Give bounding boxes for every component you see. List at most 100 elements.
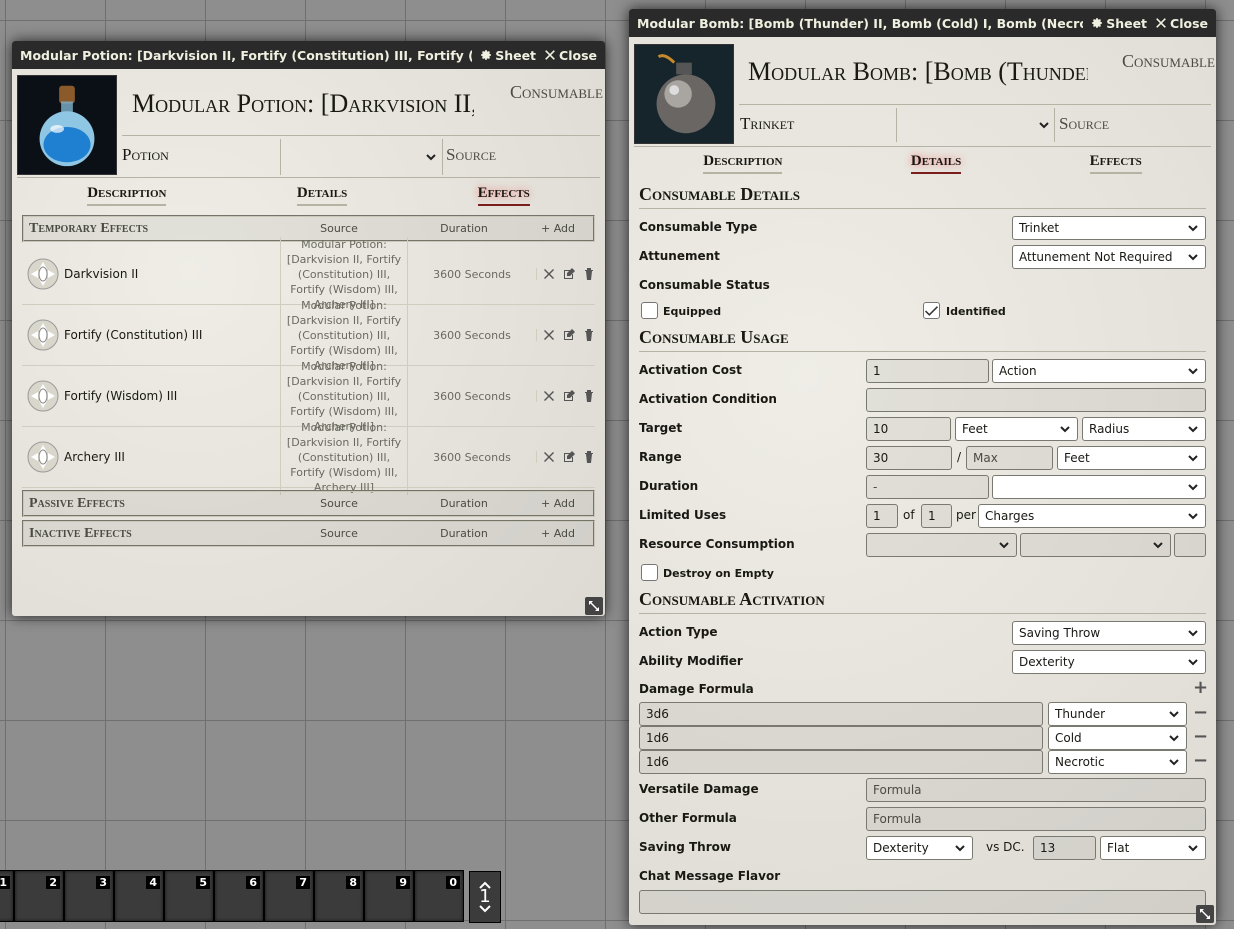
remove-damage-icon[interactable]: − <box>1193 704 1208 722</box>
divider <box>17 177 600 178</box>
resource-type-select[interactable] <box>866 533 1017 557</box>
damage-type-select[interactable]: Necrotic <box>1048 750 1187 774</box>
edit-effect-icon[interactable] <box>563 451 575 463</box>
resource-amount-input[interactable] <box>1174 533 1206 557</box>
hotbar-slot[interactable]: 3 <box>64 870 114 922</box>
hotbar-slot[interactable]: 9 <box>364 870 414 922</box>
hotbar-slot[interactable]: 2 <box>14 870 64 922</box>
divider <box>280 139 281 175</box>
bomb-sheet-button[interactable]: Sheet <box>1091 16 1147 31</box>
edit-effect-icon[interactable] <box>563 268 575 280</box>
identified-checkbox[interactable] <box>923 302 940 319</box>
bomb-name[interactable]: Modular Bomb: [Bomb (Thunder) II, Bomb (… <box>748 57 1088 87</box>
activation-cost-input[interactable]: 1 <box>866 359 989 383</box>
damage-formula-label: Damage Formula <box>639 682 754 696</box>
chevron-down-icon[interactable] <box>425 151 437 163</box>
ability-modifier-select[interactable]: Dexterity <box>1012 650 1206 674</box>
resource-target-select[interactable] <box>1020 533 1171 557</box>
tab-effects[interactable]: Effects <box>1089 153 1142 174</box>
target-value-input[interactable]: 10 <box>866 417 951 441</box>
potion-image[interactable] <box>17 75 117 175</box>
chevron-down-icon <box>1188 254 1198 261</box>
target-units-select[interactable]: Feet <box>955 417 1078 441</box>
add-damage-icon[interactable]: + <box>1193 679 1208 697</box>
hotbar-slot[interactable]: 5 <box>164 870 214 922</box>
damage-formula-input[interactable]: 1d6 <box>639 726 1043 750</box>
add-effect-button[interactable]: + Add <box>524 222 592 235</box>
hotbar-slot[interactable]: 6 <box>214 870 264 922</box>
tab-description[interactable]: Description <box>703 153 783 174</box>
chat-flavor-input[interactable] <box>639 890 1206 914</box>
hotbar-slot[interactable]: 1 <box>0 870 14 922</box>
target-type-select[interactable]: Radius <box>1082 417 1206 441</box>
damage-formula-input[interactable]: 3d6 <box>639 702 1043 726</box>
hotbar-page-number: 1 <box>479 886 491 907</box>
inactive-effects-header: Inactive Effects Source Duration + Add <box>22 520 595 547</box>
equipped-checkbox[interactable] <box>641 302 658 319</box>
bomb-window-header[interactable]: Modular Bomb: [Bomb (Thunder) II, Bomb (… <box>629 9 1216 37</box>
duration-units-select[interactable] <box>992 475 1206 499</box>
versatile-damage-input[interactable]: Formula <box>866 778 1206 802</box>
potion-name[interactable]: Modular Potion: [Darkvision II, Fortify … <box>132 89 474 119</box>
toggle-effect-icon[interactable] <box>543 451 555 463</box>
add-effect-button[interactable]: + Add <box>524 497 592 510</box>
bomb-source[interactable]: Source <box>1059 114 1109 134</box>
versatile-damage-label: Versatile Damage <box>639 782 759 796</box>
potion-close-button[interactable]: Close <box>544 48 597 63</box>
hotbar-slot[interactable]: 8 <box>314 870 364 922</box>
tab-details[interactable]: Details <box>910 153 962 174</box>
delete-effect-icon[interactable] <box>583 329 595 341</box>
toggle-effect-icon[interactable] <box>543 390 555 402</box>
chevron-down-icon[interactable] <box>479 905 491 913</box>
range-label: Range <box>639 450 682 464</box>
destroy-on-empty-checkbox[interactable] <box>641 564 658 581</box>
range-max-input[interactable]: Max <box>966 446 1053 470</box>
toggle-effect-icon[interactable] <box>543 329 555 341</box>
hotbar-slot[interactable]: 4 <box>114 870 164 922</box>
hotbar-slot[interactable]: 0 <box>414 870 464 922</box>
action-type-select[interactable]: Saving Throw <box>1012 621 1206 645</box>
effect-row[interactable]: Fortify (Constitution) III Modular Potio… <box>22 297 595 373</box>
tab-details[interactable]: Details <box>296 185 348 206</box>
save-scaling-select[interactable]: Flat <box>1100 836 1206 860</box>
effect-row[interactable]: Darkvision II Modular Potion: [Darkvisio… <box>22 236 595 312</box>
activation-type-select[interactable]: Action <box>992 359 1206 383</box>
consumable-type-select[interactable]: Trinket <box>1012 216 1206 240</box>
potion-sheet-button[interactable]: Sheet <box>480 48 536 63</box>
toggle-effect-icon[interactable] <box>543 268 555 280</box>
edit-effect-icon[interactable] <box>563 390 575 402</box>
delete-effect-icon[interactable] <box>583 451 595 463</box>
range-value-input[interactable]: 30 <box>866 446 952 470</box>
delete-effect-icon[interactable] <box>583 268 595 280</box>
edit-effect-icon[interactable] <box>563 329 575 341</box>
resize-handle[interactable] <box>1196 905 1214 923</box>
uses-period-select[interactable]: Charges <box>978 504 1206 528</box>
potion-window-header[interactable]: Modular Potion: [Darkvision II, Fortify … <box>12 41 605 69</box>
duration-value-input[interactable]: - <box>866 475 989 499</box>
range-units-select[interactable]: Feet <box>1057 446 1206 470</box>
bomb-image[interactable] <box>634 44 734 144</box>
attunement-select[interactable]: Attunement Not Required <box>1012 245 1206 269</box>
tab-effects[interactable]: Effects <box>477 185 530 206</box>
damage-formula-input[interactable]: 1d6 <box>639 750 1043 774</box>
potion-source[interactable]: Source <box>446 145 496 165</box>
effect-row[interactable]: Archery III Modular Potion: [Darkvision … <box>22 419 595 495</box>
uses-value-input[interactable]: 1 <box>866 504 898 528</box>
damage-type-select[interactable]: Thunder <box>1048 702 1187 726</box>
other-formula-input[interactable]: Formula <box>866 807 1206 831</box>
save-dc-input[interactable]: 13 <box>1033 836 1096 860</box>
save-ability-select[interactable]: Dexterity <box>866 836 973 860</box>
bomb-close-button[interactable]: Close <box>1155 16 1208 31</box>
chevron-down-icon[interactable] <box>1038 119 1050 131</box>
hotbar-slot[interactable]: 7 <box>264 870 314 922</box>
damage-type-select[interactable]: Cold <box>1048 726 1187 750</box>
delete-effect-icon[interactable] <box>583 390 595 402</box>
add-effect-button[interactable]: + Add <box>524 527 592 540</box>
remove-damage-icon[interactable]: − <box>1193 728 1208 746</box>
resize-handle[interactable] <box>585 597 603 615</box>
tab-description[interactable]: Description <box>87 185 167 206</box>
remove-damage-icon[interactable]: − <box>1193 752 1208 770</box>
uses-max-input[interactable]: 1 <box>921 504 952 528</box>
activation-condition-input[interactable] <box>866 388 1206 412</box>
effect-row[interactable]: Fortify (Wisdom) III Modular Potion: [Da… <box>22 358 595 434</box>
